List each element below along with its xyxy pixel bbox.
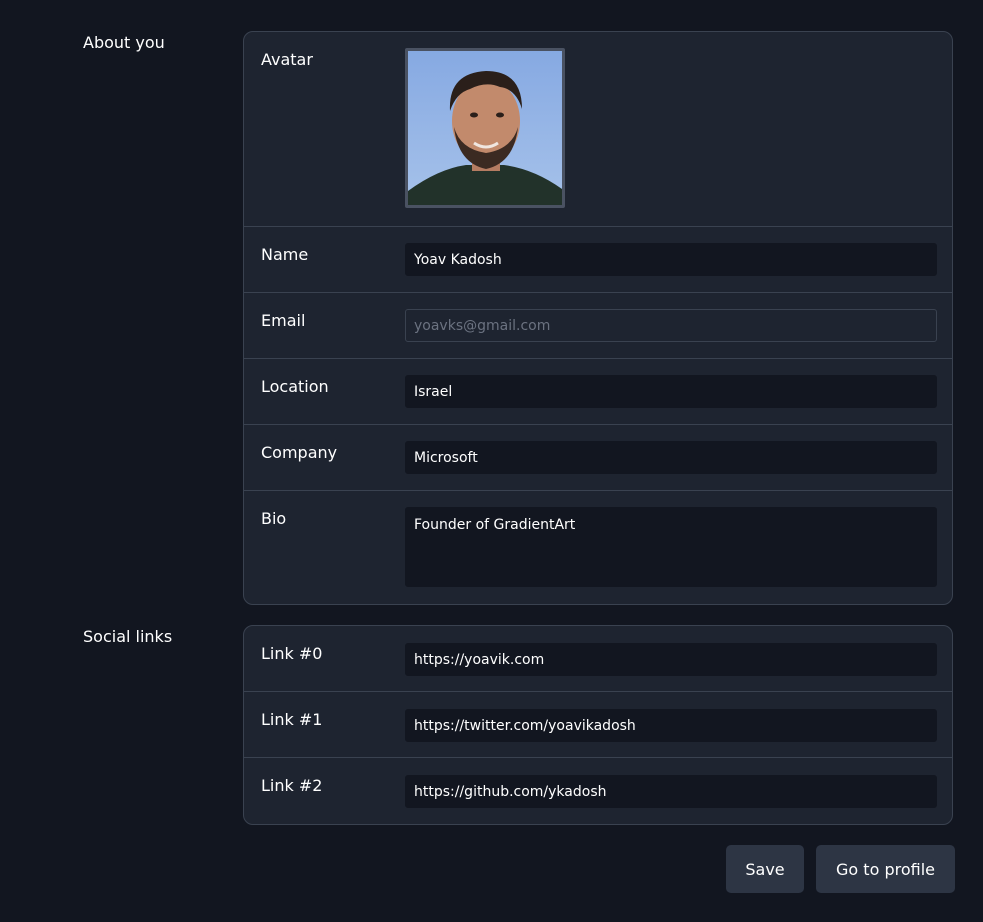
email-label: Email xyxy=(261,311,306,330)
bio-row: Bio Founder of GradientArt xyxy=(244,491,952,604)
name-input[interactable] xyxy=(405,243,937,276)
link-label-2: Link #2 xyxy=(261,776,323,795)
link-label-1: Link #1 xyxy=(261,710,323,729)
link-input-2[interactable] xyxy=(405,775,937,808)
social-section-label: Social links xyxy=(83,627,173,646)
link-row-1: Link #1 xyxy=(244,692,952,758)
go-to-profile-button[interactable]: Go to profile xyxy=(816,845,955,893)
company-input[interactable] xyxy=(405,441,937,474)
avatar[interactable] xyxy=(405,48,565,208)
company-label: Company xyxy=(261,443,338,462)
avatar-image xyxy=(408,51,562,205)
bio-textarea[interactable]: Founder of GradientArt xyxy=(405,507,937,587)
name-label: Name xyxy=(261,245,309,264)
link-input-1[interactable] xyxy=(405,709,937,742)
about-card: Avatar Name Yoav Kadosh Email yoavks@gma… xyxy=(243,31,953,605)
email-input[interactable] xyxy=(405,309,937,342)
location-label: Location xyxy=(261,377,329,396)
avatar-label: Avatar xyxy=(261,50,313,69)
bio-label: Bio xyxy=(261,509,287,528)
avatar-row: Avatar xyxy=(244,32,952,227)
email-row: Email xyxy=(244,293,952,359)
location-row: Location xyxy=(244,359,952,425)
link-row-2: Link #2 xyxy=(244,758,952,824)
link-input-0[interactable] xyxy=(405,643,937,676)
location-input[interactable] xyxy=(405,375,937,408)
name-row: Name xyxy=(244,227,952,293)
social-card: Link #0 Link #1 Link #2 xyxy=(243,625,953,825)
save-button[interactable]: Save xyxy=(726,845,804,893)
link-row-0: Link #0 xyxy=(244,626,952,692)
company-row: Company xyxy=(244,425,952,491)
link-label-0: Link #0 xyxy=(261,644,323,663)
about-section-label: About you xyxy=(83,33,165,52)
